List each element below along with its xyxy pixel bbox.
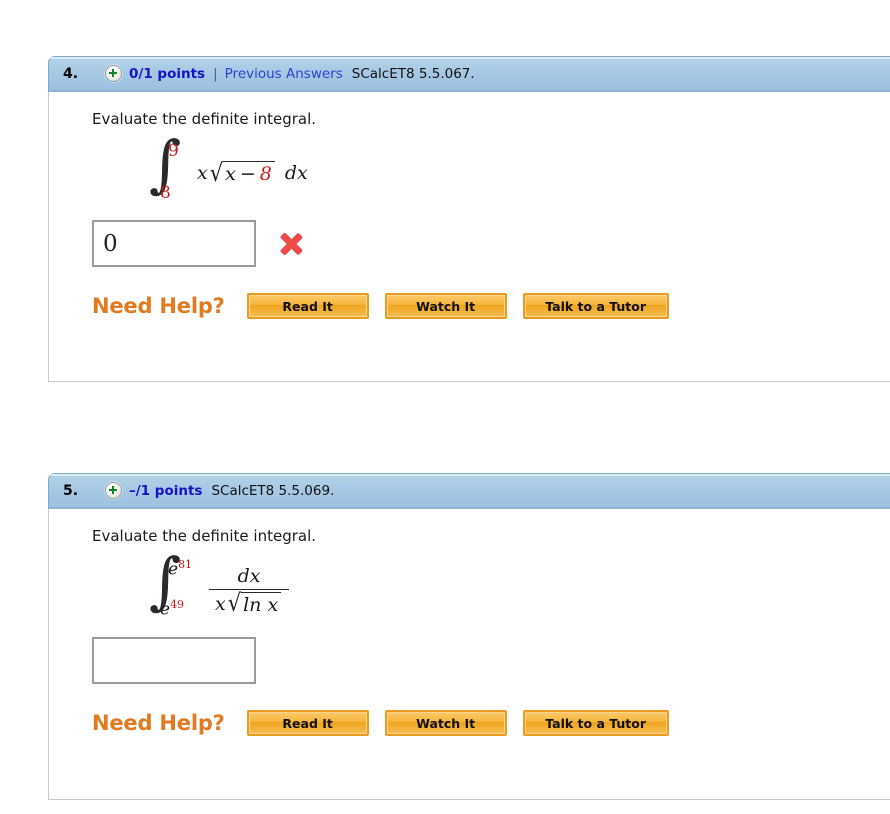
plus-circle-icon[interactable] xyxy=(105,65,122,82)
integrand-prefix: x xyxy=(197,162,208,184)
lower-limit-exponent: 49 xyxy=(170,598,185,612)
need-help-row-5: Need Help? Read It Watch It Talk to a Tu… xyxy=(92,710,890,736)
upper-limit-base: e xyxy=(168,559,179,580)
fraction: dx x √ ln x xyxy=(209,564,290,617)
problem-header-4: 4. 0/1 points | Previous Answers SCalcET… xyxy=(48,56,890,92)
answer-row-5 xyxy=(92,637,890,684)
radical-tick-icon: √ xyxy=(227,589,242,617)
radicand-variable: x xyxy=(225,163,236,185)
header-separator: | xyxy=(213,65,218,82)
read-it-button[interactable]: Read It xyxy=(246,293,369,319)
upper-limit-exponent: 81 xyxy=(178,558,193,571)
fraction-numerator: dx xyxy=(237,564,261,587)
problem-body-5: Evaluate the definite integral. ∫ e81 e4… xyxy=(48,509,890,800)
integral-upper-limit: e81 xyxy=(168,558,192,580)
lower-limit-base: e xyxy=(160,600,171,620)
fraction-denominator: x √ ln x xyxy=(209,588,290,617)
talk-to-a-tutor-button[interactable]: Talk to a Tutor xyxy=(522,293,669,319)
answer-input[interactable] xyxy=(92,637,256,684)
integral-expression-4: ∫ 9 8 x √ x −8 dx xyxy=(147,133,890,208)
square-root: √ ln x xyxy=(227,589,282,617)
problem-block-5: 5. –/1 points SCalcET8 5.5.069. Evaluate… xyxy=(48,473,890,800)
radicand: x −8 xyxy=(223,161,275,185)
integral-lower-limit: e49 xyxy=(160,598,184,620)
red-x-icon xyxy=(278,231,304,257)
watch-it-button[interactable]: Watch It xyxy=(384,293,507,319)
integrand: x √ x −8 dx xyxy=(197,158,308,187)
radicand-constant: 8 xyxy=(259,163,272,185)
plus-circle-icon[interactable] xyxy=(105,482,122,499)
need-help-label: Need Help? xyxy=(92,294,225,318)
need-help-row-4: Need Help? Read It Watch It Talk to a Tu… xyxy=(92,293,890,319)
answer-row-4 xyxy=(92,220,890,267)
points-status: 0/1 points xyxy=(129,65,206,82)
problem-number: 4. xyxy=(63,65,79,82)
problem-prompt: Evaluate the definite integral. xyxy=(92,527,317,545)
integral-sign: ∫ e81 e49 xyxy=(147,550,193,622)
need-help-label: Need Help? xyxy=(92,711,225,735)
problem-prompt: Evaluate the definite integral. xyxy=(92,110,317,128)
points-status: –/1 points xyxy=(129,482,203,499)
square-root: √ x −8 xyxy=(209,158,275,187)
problem-header-5: 5. –/1 points SCalcET8 5.5.069. xyxy=(48,473,890,509)
problem-reference: SCalcET8 5.5.069. xyxy=(211,482,335,499)
integral-sign: ∫ 9 8 xyxy=(147,133,193,205)
integral-upper-limit: 9 xyxy=(168,141,179,161)
integral-lower-limit: 8 xyxy=(160,183,171,203)
radicand: ln x xyxy=(241,591,282,616)
problem-body-4: Evaluate the definite integral. ∫ 9 8 x … xyxy=(48,92,890,382)
integral-expression-5: ∫ e81 e49 dx x √ ln x xyxy=(147,550,890,625)
denominator-variable: x xyxy=(215,592,226,615)
radical-tick-icon: √ xyxy=(209,158,224,187)
read-it-button[interactable]: Read It xyxy=(246,710,369,736)
previous-answers-link[interactable]: Previous Answers xyxy=(225,66,343,82)
answer-input[interactable] xyxy=(92,220,256,267)
watch-it-button[interactable]: Watch It xyxy=(384,710,507,736)
problem-block-4: 4. 0/1 points | Previous Answers SCalcET… xyxy=(48,56,890,382)
radicand-operator: − xyxy=(239,163,256,185)
differential: dx xyxy=(284,162,308,184)
talk-to-a-tutor-button[interactable]: Talk to a Tutor xyxy=(522,710,669,736)
problem-reference: SCalcET8 5.5.067. xyxy=(351,65,475,82)
problem-number: 5. xyxy=(63,482,79,499)
